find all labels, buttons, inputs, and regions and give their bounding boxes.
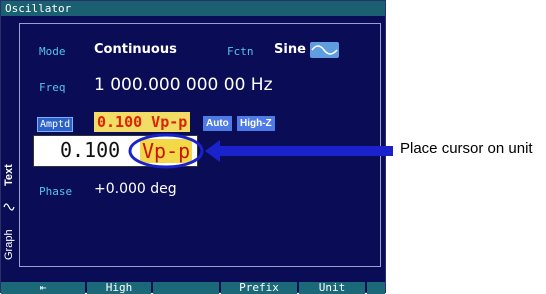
unit-highlight-ellipse xyxy=(128,133,204,169)
annotation-text: Place cursor on unit xyxy=(400,140,533,157)
arrow-icon xyxy=(205,140,393,162)
